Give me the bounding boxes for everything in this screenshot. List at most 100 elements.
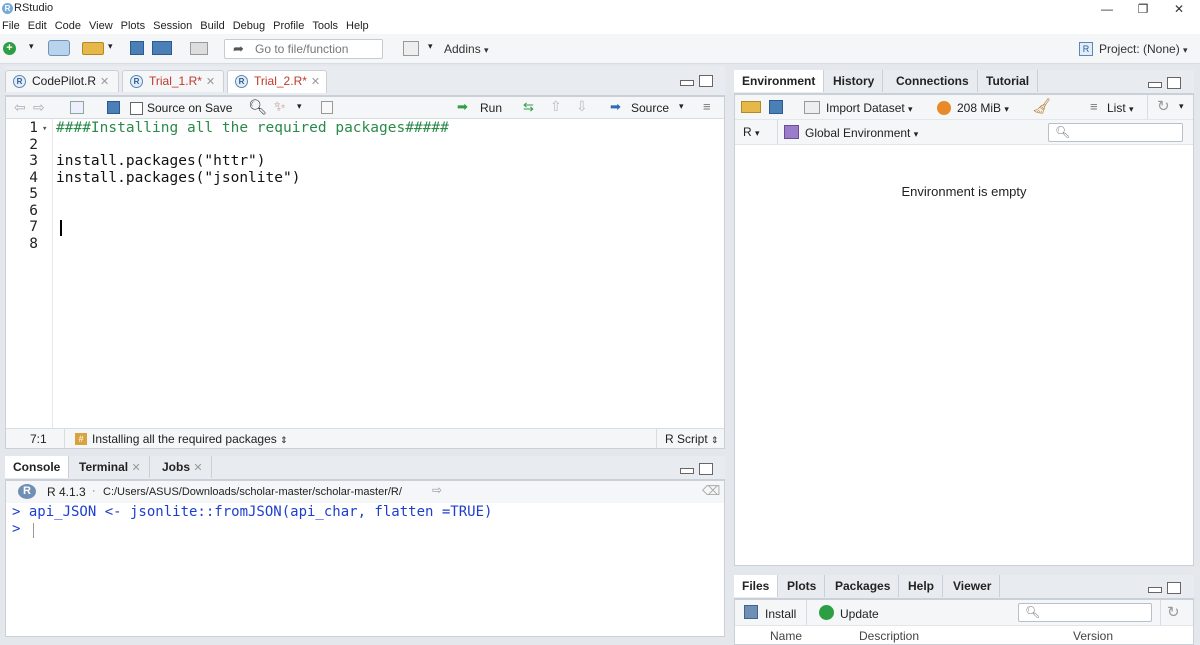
column-header-description[interactable]: Description — [859, 629, 919, 643]
update-button[interactable]: Update — [840, 607, 879, 621]
show-in-window-icon[interactable] — [70, 101, 84, 114]
minimize-pane-icon[interactable] — [1148, 82, 1162, 88]
language-selector[interactable]: R ▾ — [743, 125, 760, 139]
open-file-icon[interactable] — [82, 42, 104, 55]
code-tools-wand-icon[interactable]: ✨︎ — [274, 98, 286, 115]
view-mode-button[interactable]: List ▾ — [1107, 101, 1134, 115]
maximize-pane-icon[interactable] — [1167, 77, 1181, 89]
compile-report-icon[interactable] — [321, 101, 333, 114]
workspace-panes-icon[interactable] — [403, 41, 419, 56]
go-to-directory-icon[interactable]: ⇨ — [432, 483, 442, 497]
tab-viewer[interactable]: Viewer — [945, 575, 1001, 597]
open-file-dropdown-icon[interactable]: ▾ — [108, 41, 113, 52]
minimize-pane-icon[interactable] — [1148, 587, 1162, 593]
tab-jobs[interactable]: Jobs ✕ — [154, 456, 212, 478]
menu-tools[interactable]: Tools — [308, 18, 342, 33]
menu-debug[interactable]: Debug — [229, 18, 269, 33]
close-tab-icon[interactable]: ✕ — [311, 76, 320, 88]
document-outline-icon[interactable]: ≡ — [703, 99, 711, 114]
new-file-icon[interactable]: + — [3, 42, 16, 55]
back-arrow-icon[interactable]: ⇦ — [14, 99, 26, 116]
menu-build[interactable]: Build — [196, 18, 228, 33]
tab-plots[interactable]: Plots — [779, 575, 826, 597]
minimize-pane-icon[interactable] — [680, 80, 694, 86]
source-on-save-checkbox[interactable] — [130, 102, 143, 115]
tab-packages[interactable]: Packages — [827, 575, 900, 597]
window-title: RStudio — [14, 2, 54, 14]
close-tab-icon[interactable]: ✕ — [131, 462, 140, 474]
close-tab-icon[interactable]: ✕ — [100, 76, 109, 88]
code-area[interactable]: ####Installing all the required packages… — [56, 119, 716, 429]
minimize-pane-icon[interactable] — [680, 468, 694, 474]
console-prompt[interactable]: > — [12, 521, 717, 538]
tab-help[interactable]: Help — [900, 575, 944, 597]
tab-environment[interactable]: Environment — [734, 70, 825, 92]
source-button[interactable]: Source — [631, 101, 669, 115]
environment-scope-selector[interactable]: Global Environment ▾ — [805, 126, 918, 140]
find-replace-icon[interactable]: 🔍︎ — [248, 98, 267, 116]
close-tab-icon[interactable]: ✕ — [206, 76, 215, 88]
menu-profile[interactable]: Profile — [269, 18, 308, 33]
previous-section-icon[interactable]: ⇧ — [550, 98, 562, 115]
maximize-pane-icon[interactable] — [1167, 582, 1181, 594]
run-button[interactable]: Run — [480, 101, 502, 115]
next-section-icon[interactable]: ⇩ — [576, 98, 588, 115]
menu-edit[interactable]: Edit — [24, 18, 51, 33]
fold-chevron-icon[interactable]: ▾ — [42, 121, 47, 138]
editor-save-icon[interactable] — [107, 101, 120, 114]
tab-trial-1[interactable]: R Trial_1.R* ✕ — [122, 70, 224, 92]
print-icon[interactable] — [190, 42, 208, 55]
memory-usage-button[interactable]: 208 MiB ▾ — [957, 101, 1009, 115]
close-window-button[interactable]: ✕ — [1156, 0, 1200, 18]
menu-help[interactable]: Help — [342, 18, 373, 33]
refresh-icon[interactable]: ↻ — [1157, 97, 1170, 115]
code-tools-dropdown-icon[interactable]: ▾ — [297, 101, 302, 112]
save-workspace-icon[interactable] — [769, 100, 783, 114]
refresh-dropdown-icon[interactable]: ▾ — [1179, 101, 1184, 112]
goto-file-input[interactable]: ➦ Go to file/function — [224, 39, 383, 59]
tab-codepilot[interactable]: R CodePilot.R ✕ — [5, 70, 119, 92]
tab-files[interactable]: Files — [734, 575, 779, 597]
title-bar: R RStudio — ❐ ✕ — [0, 0, 1200, 18]
menu-view[interactable]: View — [85, 18, 117, 33]
packages-search-input[interactable]: 🔍︎ — [1018, 603, 1152, 622]
project-menu-button[interactable]: Project: (None) ▾ — [1099, 40, 1188, 58]
save-icon[interactable] — [130, 41, 144, 55]
forward-arrow-icon[interactable]: ⇨ — [33, 99, 45, 116]
panes-dropdown-icon[interactable]: ▾ — [428, 41, 433, 52]
addins-button[interactable]: Addins ▾ — [444, 40, 489, 58]
import-dataset-button[interactable]: Import Dataset ▾ — [826, 101, 913, 115]
tab-terminal[interactable]: Terminal ✕ — [71, 456, 150, 478]
tab-console[interactable]: Console — [5, 456, 70, 478]
gutter-divider — [52, 119, 53, 429]
tab-tutorial[interactable]: Tutorial — [978, 70, 1039, 92]
column-header-name[interactable]: Name — [770, 629, 802, 643]
tab-connections[interactable]: Connections — [888, 70, 978, 92]
tab-trial-2[interactable]: R Trial_2.R* ✕ — [227, 70, 327, 93]
environment-search-input[interactable]: 🔍︎ — [1048, 123, 1183, 142]
close-tab-icon[interactable]: ✕ — [193, 462, 202, 474]
menu-session[interactable]: Session — [149, 18, 196, 33]
status-divider — [64, 429, 65, 448]
clear-objects-broom-icon[interactable]: 🧹︎ — [1032, 97, 1051, 115]
environment-tabstrip: Environment History Connections Tutorial — [734, 70, 1194, 94]
section-navigator[interactable]: Installing all the required packages ⇕ — [92, 432, 288, 446]
tab-history[interactable]: History — [825, 70, 884, 92]
refresh-icon[interactable]: ↻ — [1167, 603, 1180, 621]
filetype-selector[interactable]: R Script ⇕ — [665, 432, 719, 446]
load-workspace-icon[interactable] — [741, 101, 761, 113]
save-all-icon[interactable] — [152, 41, 172, 55]
new-file-dropdown-icon[interactable]: ▾ — [29, 41, 34, 52]
column-header-version[interactable]: Version — [1073, 629, 1113, 643]
install-button[interactable]: Install — [765, 607, 796, 621]
maximize-pane-icon[interactable] — [699, 463, 713, 475]
menu-plots[interactable]: Plots — [117, 18, 149, 33]
clear-console-broom-icon[interactable]: ⌫ — [702, 483, 720, 499]
toolbar-divider — [1160, 600, 1161, 625]
menu-code[interactable]: Code — [51, 18, 85, 33]
new-project-icon[interactable] — [48, 40, 70, 56]
menu-file[interactable]: File — [0, 18, 24, 33]
maximize-pane-icon[interactable] — [699, 75, 713, 87]
rerun-icon[interactable]: ⇆ — [523, 99, 534, 115]
source-dropdown-icon[interactable]: ▾ — [679, 101, 684, 112]
